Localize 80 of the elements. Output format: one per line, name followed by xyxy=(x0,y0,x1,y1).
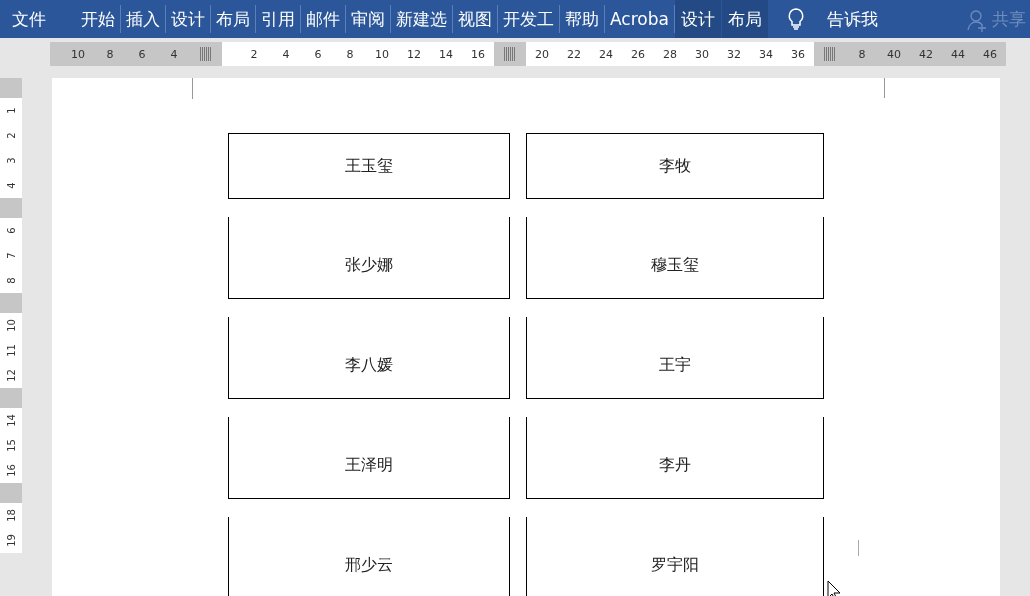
label-cell: 张少娜 xyxy=(228,217,510,299)
label-cell: 李八媛 xyxy=(228,317,510,399)
ruler-margin xyxy=(0,293,22,313)
ruler-number: 11 xyxy=(5,344,17,357)
ribbon-tab[interactable]: 插入 xyxy=(121,5,166,33)
ruler-number: 12 xyxy=(406,47,422,61)
ribbon-tab[interactable]: 文件 xyxy=(0,5,76,33)
ruler-number: 6 xyxy=(313,47,323,61)
label-cell: 李牧 xyxy=(526,133,824,199)
ruler-number: 20 xyxy=(534,47,550,61)
ribbon-tab[interactable]: Acroba xyxy=(605,5,675,33)
ruler-margin xyxy=(0,198,22,218)
ruler-number: 24 xyxy=(598,47,614,61)
ribbon-tab[interactable]: 新建选 xyxy=(391,5,453,33)
ruler-number: 3 xyxy=(5,157,17,164)
corner-mark xyxy=(883,78,885,98)
ruler-number: 16 xyxy=(470,47,486,61)
text-cursor xyxy=(858,540,859,556)
label-cell: 王宇 xyxy=(526,317,824,399)
label-cell: 王玉玺 xyxy=(228,133,510,199)
ruler-number: 18 xyxy=(5,509,17,522)
ruler-number: 26 xyxy=(630,47,646,61)
ruler-number: 36 xyxy=(790,47,806,61)
ruler-number: 2 xyxy=(249,47,259,61)
ruler-margin xyxy=(0,78,22,98)
ruler-number: 46 xyxy=(982,47,998,61)
ruler-number: 4 xyxy=(281,47,291,61)
label-cell: 李丹 xyxy=(526,417,824,499)
ruler-number: 4 xyxy=(169,47,179,61)
ribbon-tab[interactable]: 设计 xyxy=(166,5,211,33)
ruler-number: 15 xyxy=(5,439,17,452)
ruler-number: 1 xyxy=(5,107,17,114)
ruler-number: 10 xyxy=(5,319,17,332)
ruler-number: 14 xyxy=(438,47,454,61)
ruler-number: 8 xyxy=(5,277,17,284)
ribbon-tab[interactable]: 开发工 xyxy=(498,5,560,33)
margin-marker[interactable] xyxy=(200,47,212,61)
ruler-number: 4 xyxy=(5,182,17,189)
ruler-margin xyxy=(0,388,22,408)
ruler-number: 16 xyxy=(5,464,17,477)
ribbon-tab[interactable]: 布局 xyxy=(211,5,256,33)
ruler-number: 6 xyxy=(5,227,17,234)
lightbulb-icon[interactable] xyxy=(786,7,805,31)
ruler-number: 2 xyxy=(5,132,17,139)
ruler-number: 10 xyxy=(70,47,86,61)
ribbon-tab[interactable]: 帮助 xyxy=(560,5,605,33)
ruler-number: 14 xyxy=(5,414,17,427)
margin-marker[interactable] xyxy=(504,47,516,61)
margin-marker[interactable] xyxy=(824,47,836,61)
ruler-number: 30 xyxy=(694,47,710,61)
label-cell: 穆玉玺 xyxy=(526,217,824,299)
ruler-number: 7 xyxy=(5,252,17,259)
ruler-number: 19 xyxy=(5,534,17,547)
label-cell: 罗宇阳 xyxy=(526,517,824,596)
ribbon-tab[interactable]: 开始 xyxy=(76,5,121,33)
ribbon-tab[interactable]: 邮件 xyxy=(301,5,346,33)
ruler-number: 44 xyxy=(950,47,966,61)
label-cell: 王泽明 xyxy=(228,417,510,499)
ruler-number: 12 xyxy=(5,369,17,382)
ruler-number: 10 xyxy=(374,47,390,61)
ruler-number: 32 xyxy=(726,47,742,61)
ruler-number: 8 xyxy=(345,47,355,61)
tell-me-button[interactable]: 告诉我 xyxy=(826,0,878,38)
ruler-number: 28 xyxy=(662,47,678,61)
ruler-number: 8 xyxy=(105,47,115,61)
ruler-margin xyxy=(0,483,22,503)
ribbon-tab[interactable]: 引用 xyxy=(256,5,301,33)
corner-mark xyxy=(192,78,193,99)
ribbon-tab[interactable]: 设计 xyxy=(674,0,722,38)
ruler-number: 42 xyxy=(918,47,934,61)
ruler-number: 40 xyxy=(886,47,902,61)
ribbon-tab[interactable]: 审阅 xyxy=(346,5,391,33)
ruler-number: 34 xyxy=(758,47,774,61)
label-cell: 邢少云 xyxy=(228,517,510,596)
ribbon-tab[interactable]: 视图 xyxy=(453,5,498,33)
ruler-number: 22 xyxy=(566,47,582,61)
ruler-number: 8 xyxy=(857,47,867,61)
person-add-icon[interactable] xyxy=(966,8,988,32)
ruler-number: 6 xyxy=(137,47,147,61)
ribbon-tab[interactable]: 布局 xyxy=(721,0,769,38)
